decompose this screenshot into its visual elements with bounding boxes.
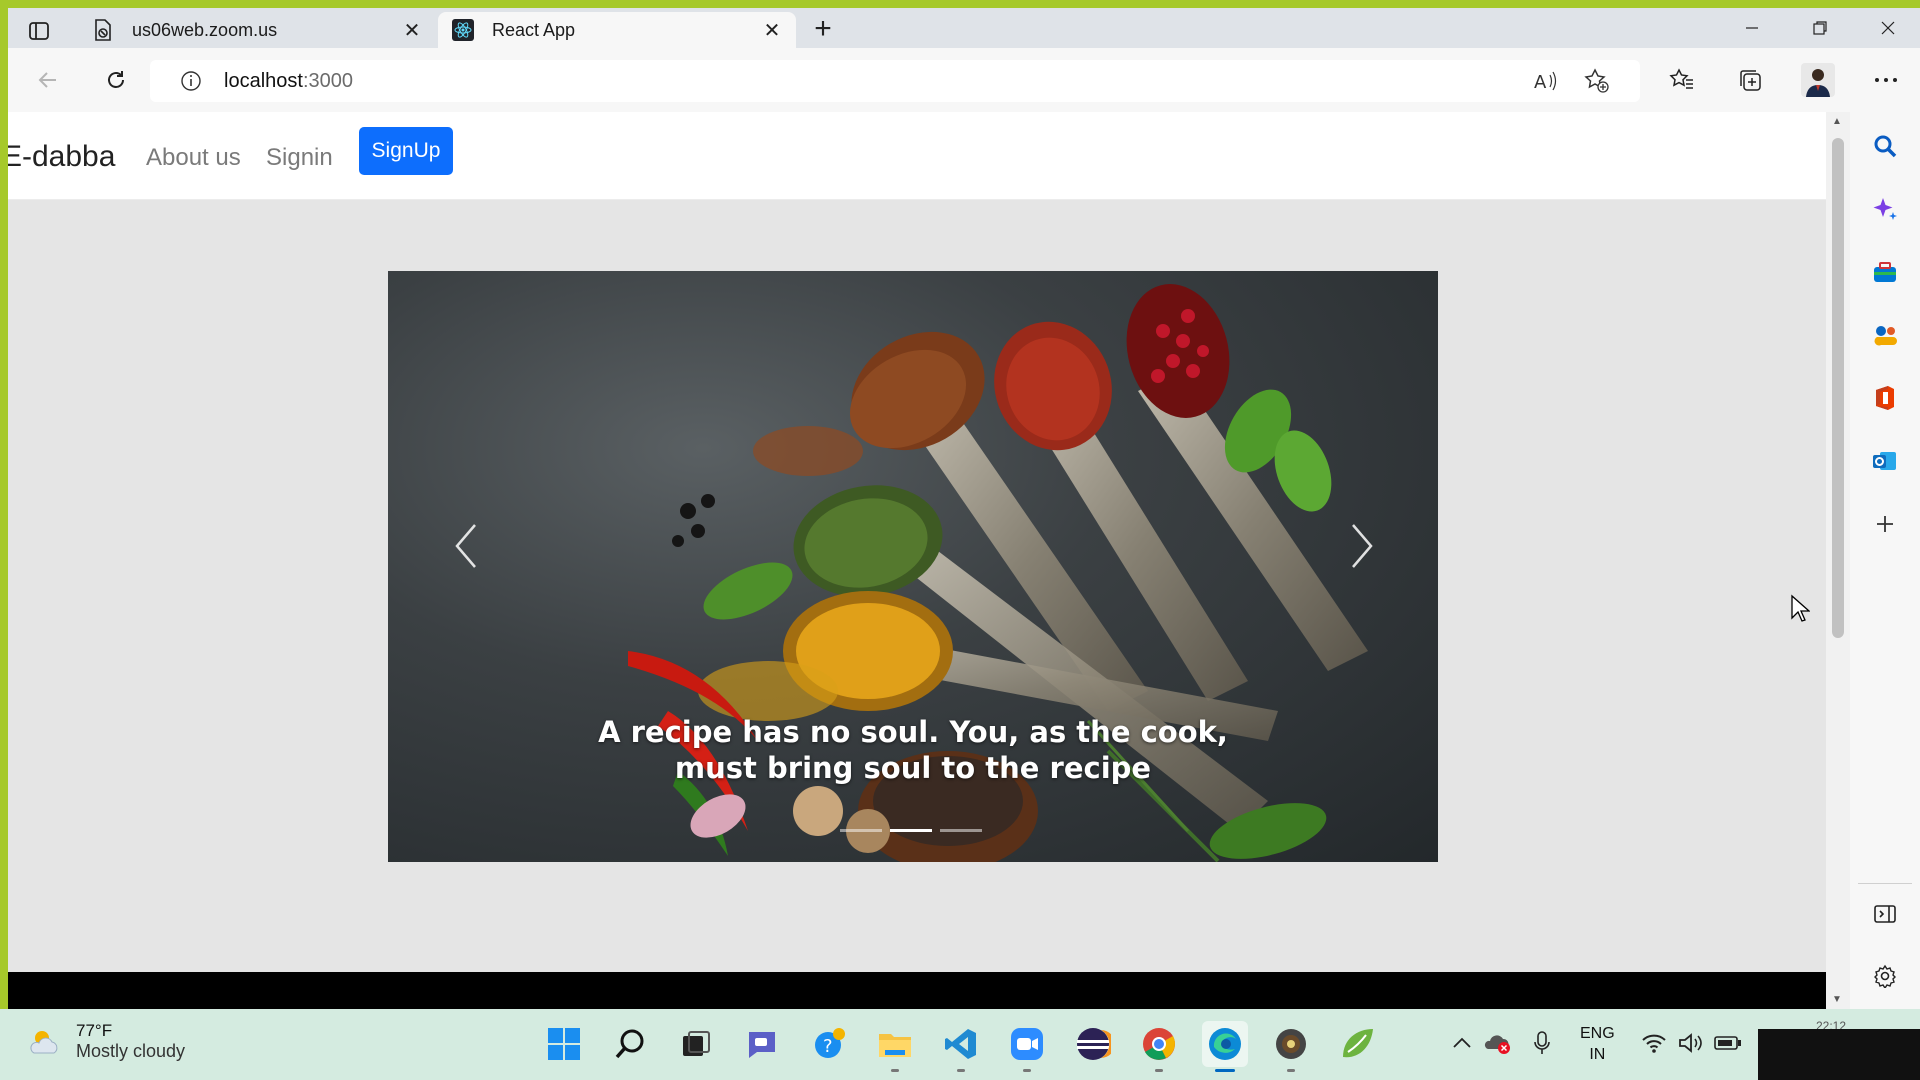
mouse-cursor-icon — [1790, 594, 1811, 629]
taskbar-search-icon[interactable] — [607, 1021, 653, 1067]
task-view-icon[interactable] — [673, 1021, 719, 1067]
close-window-icon[interactable] — [1854, 8, 1920, 48]
hero-carousel: A recipe has no soul. You, as the cook, … — [388, 271, 1438, 862]
volume-icon[interactable] — [1677, 1029, 1705, 1057]
address-bar[interactable]: localhost:3000 A — [150, 60, 1640, 102]
tab-close-icon[interactable]: ✕ — [762, 18, 782, 43]
weather-description: Mostly cloudy — [76, 1041, 186, 1061]
wifi-icon[interactable] — [1640, 1029, 1668, 1057]
help-tips-icon[interactable]: ? — [806, 1021, 852, 1067]
nav-about-link[interactable]: About us — [146, 144, 241, 172]
office-icon[interactable] — [1867, 380, 1903, 416]
windows-taskbar: 77°F Mostly cloudy ? ENG IN 22:12 — [0, 1009, 1920, 1080]
add-favorite-icon[interactable] — [1582, 66, 1612, 96]
eclipse-icon[interactable] — [1070, 1021, 1116, 1067]
cloudy-sun-icon — [30, 1030, 58, 1053]
page-footer — [8, 972, 1826, 1009]
restore-icon[interactable] — [1786, 8, 1854, 48]
document-icon — [92, 19, 114, 41]
tab-close-icon[interactable]: ✕ — [402, 18, 422, 43]
refresh-icon[interactable] — [96, 60, 136, 100]
outlook-icon[interactable] — [1867, 443, 1903, 479]
zoom-icon[interactable] — [1004, 1021, 1050, 1072]
edge-sidebar — [1850, 112, 1920, 1009]
collections-icon[interactable] — [1730, 60, 1770, 100]
carousel-prev-icon[interactable] — [436, 516, 496, 576]
add-sidebar-icon[interactable] — [1867, 506, 1903, 542]
browser-toolbar: localhost:3000 A — [8, 48, 1920, 112]
sidebar-separator — [1858, 883, 1912, 884]
language-code: ENG — [1580, 1025, 1615, 1042]
info-icon[interactable] — [176, 66, 206, 96]
running-indicator — [1023, 1069, 1031, 1072]
microphone-icon[interactable] — [1528, 1029, 1556, 1057]
start-windows-icon[interactable] — [541, 1021, 587, 1067]
chrome-icon[interactable] — [1136, 1021, 1182, 1072]
scroll-up-icon[interactable]: ▲ — [1832, 116, 1842, 127]
tab-actions-icon[interactable] — [24, 16, 54, 46]
battery-icon[interactable] — [1714, 1029, 1742, 1057]
show-hidden-icons-chevron-icon[interactable] — [1448, 1029, 1476, 1057]
browser-window: us06web.zoom.us ✕ React App ✕ + localhos… — [8, 8, 1920, 1009]
tab-zoom[interactable]: us06web.zoom.us ✕ — [78, 12, 436, 48]
site-navbar: E-dabba About us Signin SignUp — [8, 112, 1826, 200]
hide-sidebar-icon[interactable] — [1867, 896, 1903, 932]
tab-title: us06web.zoom.us — [132, 19, 278, 40]
profile-avatar[interactable] — [1798, 60, 1838, 100]
running-indicator-active — [1215, 1069, 1235, 1072]
clock-overlay[interactable] — [1758, 1029, 1920, 1080]
page-scrollbar[interactable]: ▲ ▼ — [1826, 112, 1850, 1009]
settings-gear-icon[interactable] — [1867, 958, 1903, 994]
nav-signin-link[interactable]: Signin — [266, 144, 333, 172]
search-icon[interactable] — [1867, 128, 1903, 164]
region-code: IN — [1589, 1046, 1606, 1063]
svg-text:?: ? — [823, 1036, 833, 1057]
running-indicator — [1155, 1069, 1163, 1072]
carousel-next-icon[interactable] — [1332, 516, 1392, 576]
site-brand[interactable]: E-dabba — [8, 140, 115, 174]
scroll-thumb[interactable] — [1832, 138, 1844, 638]
tools-briefcase-icon[interactable] — [1867, 254, 1903, 290]
carousel-indicator[interactable] — [840, 829, 882, 832]
scroll-down-icon[interactable]: ▼ — [1832, 994, 1842, 1005]
url-text: localhost:3000 — [224, 69, 353, 92]
edge-icon[interactable] — [1202, 1021, 1248, 1072]
running-indicator — [891, 1069, 899, 1072]
weather-widget[interactable]: 77°F Mostly cloudy — [28, 1021, 185, 1062]
running-indicator — [957, 1069, 965, 1072]
file-explorer-icon[interactable] — [872, 1021, 918, 1072]
tab-strip: us06web.zoom.us ✕ React App ✕ + — [8, 8, 1920, 48]
copilot-sparkle-icon[interactable] — [1867, 191, 1903, 227]
carousel-indicator-active[interactable] — [890, 829, 932, 832]
running-indicator — [1287, 1069, 1295, 1072]
more-menu-icon[interactable] — [1866, 60, 1906, 100]
read-aloud-icon[interactable]: A — [1530, 66, 1560, 96]
carousel-indicator[interactable] — [940, 829, 982, 832]
new-tab-icon[interactable]: + — [808, 14, 838, 46]
weather-temperature: 77°F — [76, 1021, 113, 1040]
minimize-icon[interactable] — [1718, 8, 1786, 48]
signup-button[interactable]: SignUp — [359, 127, 453, 175]
back-icon[interactable] — [28, 60, 68, 100]
language-indicator[interactable]: ENG IN — [1580, 1023, 1615, 1065]
page-viewport: E-dabba About us Signin SignUp A recipe … — [8, 112, 1826, 1009]
games-icon[interactable] — [1867, 317, 1903, 353]
carousel-caption: A recipe has no soul. You, as the cook, … — [598, 715, 1228, 785]
svg-text:A: A — [1534, 72, 1547, 93]
settings-app-icon[interactable] — [1268, 1021, 1314, 1072]
teams-chat-icon[interactable] — [739, 1021, 785, 1067]
onedrive-error-icon[interactable] — [1484, 1029, 1512, 1057]
spring-tool-icon[interactable] — [1334, 1021, 1380, 1067]
carousel-indicators — [840, 829, 982, 832]
favorites-icon[interactable] — [1662, 60, 1702, 100]
tab-react-app[interactable]: React App ✕ — [438, 12, 796, 48]
tab-title: React App — [492, 19, 576, 40]
react-icon — [452, 19, 474, 41]
vscode-icon[interactable] — [938, 1021, 984, 1072]
